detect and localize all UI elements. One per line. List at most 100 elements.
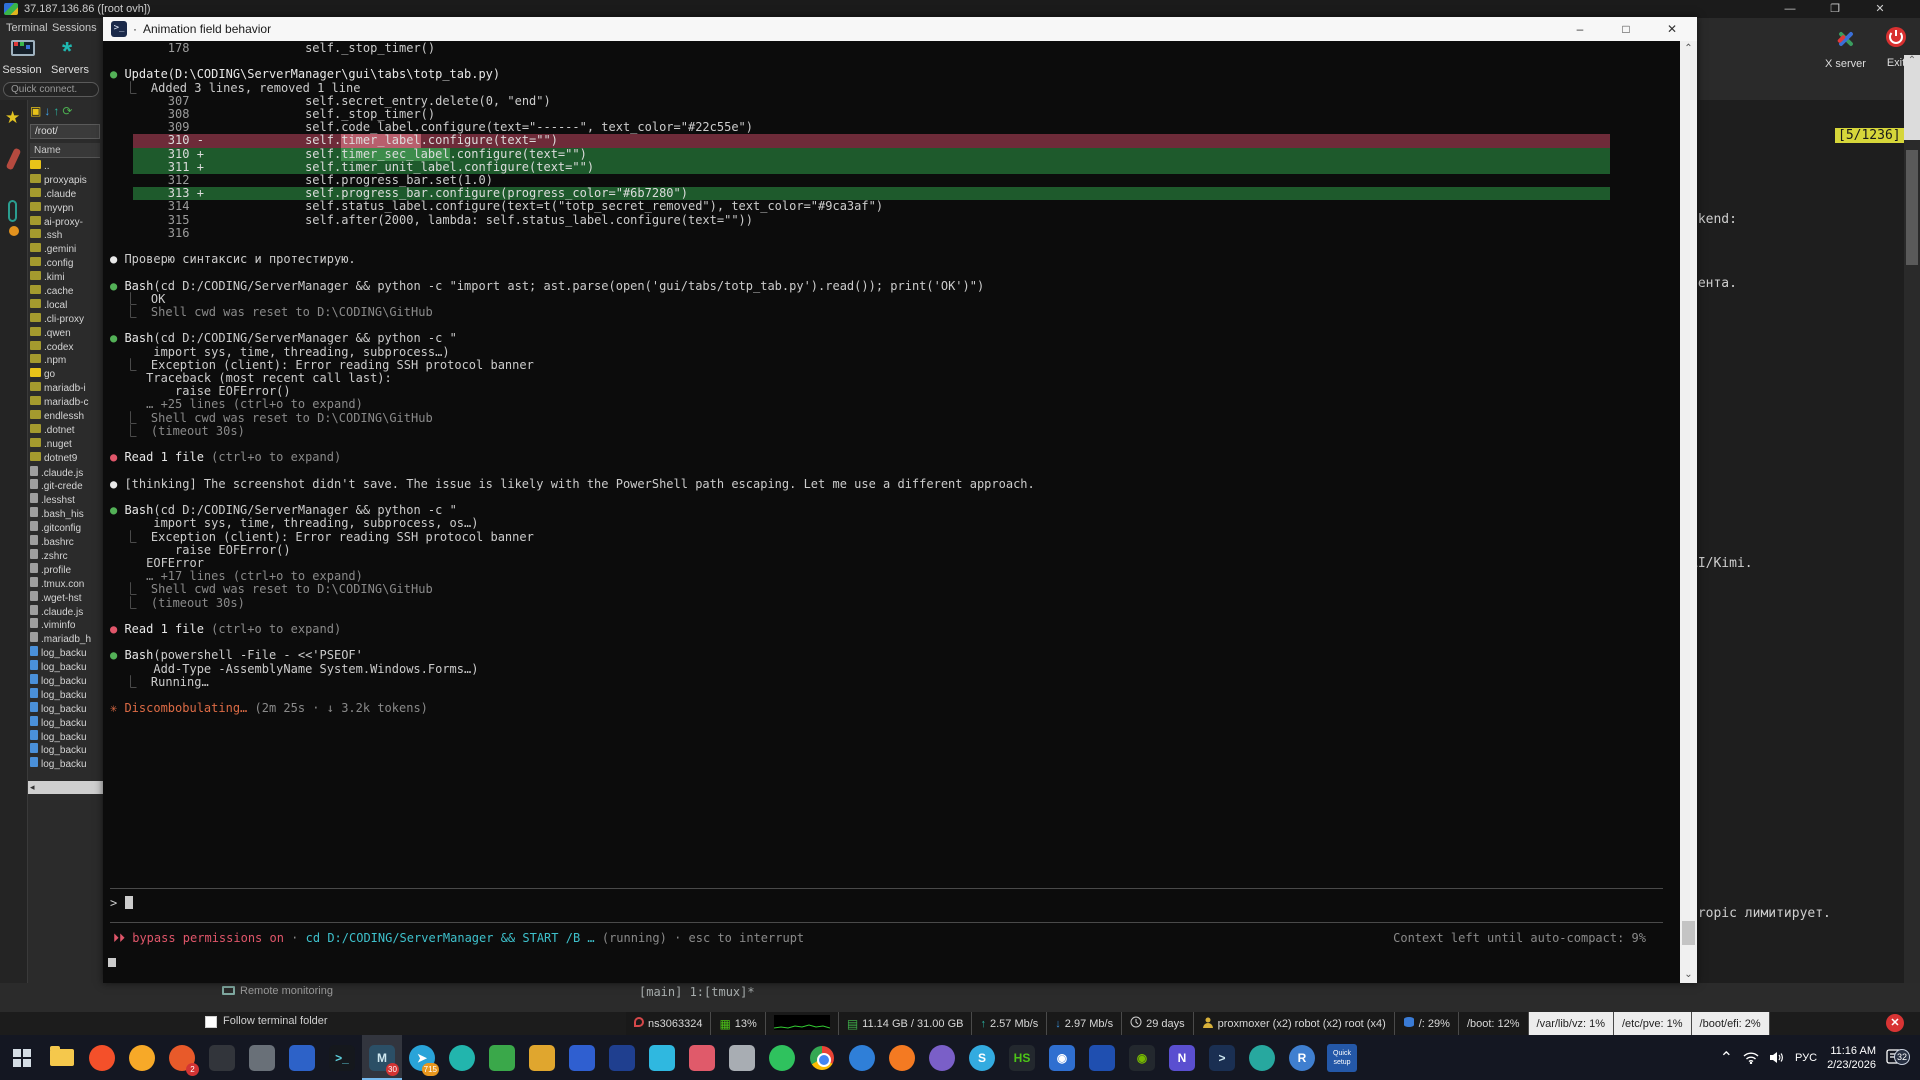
file-list-item[interactable]: log_backu	[30, 716, 103, 730]
file-list-item[interactable]: .nuget	[30, 438, 103, 452]
right-scrollbar-top[interactable]: ⌃	[1904, 55, 1920, 140]
taskbar-app-powershell-icon[interactable]: >	[1202, 1035, 1242, 1080]
file-list-item[interactable]: .local	[30, 299, 103, 313]
taskbar-app-firefox-icon[interactable]	[882, 1035, 922, 1080]
taskbar-app-navy-app-icon[interactable]	[602, 1035, 642, 1080]
file-list-item[interactable]: .kimi	[30, 271, 103, 285]
file-list-item[interactable]: dotnet9	[30, 452, 103, 466]
file-list-item[interactable]: .npm	[30, 354, 103, 368]
file-list-item[interactable]: ..	[30, 160, 103, 174]
taskbar-app-opera-icon[interactable]: 2	[162, 1035, 202, 1080]
taskbar-app-hs-app-icon[interactable]: HS	[1002, 1035, 1042, 1080]
mobax-maximize-button[interactable]: ❐	[1820, 1, 1850, 17]
file-list-item[interactable]: log_backu	[30, 757, 103, 771]
file-list-item[interactable]: .git-crede	[30, 479, 103, 493]
file-list-item[interactable]: .lesshst	[30, 493, 103, 507]
taskbar-app-start-icon[interactable]	[2, 1035, 42, 1080]
file-list-item[interactable]: proxyapis	[30, 174, 103, 188]
file-list-item[interactable]: .gitconfig	[30, 521, 103, 535]
taskbar-app-cyan-app-icon[interactable]	[642, 1035, 682, 1080]
action-center-button[interactable]: 32	[1886, 1045, 1912, 1071]
language-indicator[interactable]: РУС	[1795, 1052, 1817, 1064]
status-segment[interactable]: ↓2.97 Mb/s	[1047, 1012, 1122, 1035]
file-list-item[interactable]: log_backu	[30, 730, 103, 744]
volume-icon[interactable]	[1769, 1051, 1785, 1064]
servers-network-icon[interactable]: *	[62, 42, 72, 60]
status-segment[interactable]	[766, 1012, 839, 1035]
status-segment[interactable]: ▦13%	[711, 1012, 765, 1035]
status-segment[interactable]: /boot/efi: 2%	[1692, 1012, 1770, 1035]
taskbar-app-brave-icon[interactable]	[82, 1035, 122, 1080]
statusbar-close-icon[interactable]: ✕	[1886, 1014, 1904, 1032]
download-icon[interactable]: ↓	[44, 104, 50, 118]
status-segment[interactable]: ▤11.14 GB / 31.00 GB	[839, 1012, 973, 1035]
taskbar-app-skype-icon[interactable]: S	[962, 1035, 1002, 1080]
status-segment[interactable]: /var/lib/vz: 1%	[1529, 1012, 1614, 1035]
status-segment[interactable]: 29 days	[1122, 1012, 1194, 1035]
follow-terminal-folder-checkbox[interactable]	[205, 1016, 217, 1028]
taskbar-app-royal-blue-app-icon[interactable]	[562, 1035, 602, 1080]
session-button[interactable]	[11, 40, 35, 56]
file-list-item[interactable]: .cli-proxy	[30, 313, 103, 327]
taskbar-app-rstudio-icon[interactable]: R	[1282, 1035, 1322, 1080]
name-column-header[interactable]: Name	[30, 143, 100, 158]
file-list-item[interactable]: .viminfo	[30, 618, 103, 632]
status-segment[interactable]: ↑2.57 Mb/s	[972, 1012, 1047, 1035]
status-segment[interactable]: ns3063324	[626, 1012, 711, 1035]
tools-icon[interactable]	[6, 148, 22, 171]
claude-close-button[interactable]: ✕	[1653, 17, 1691, 41]
file-list-item[interactable]: mariadb-c	[30, 396, 103, 410]
taskbar-app-whatsapp-icon[interactable]	[762, 1035, 802, 1080]
upload-icon[interactable]: ↑	[53, 104, 59, 118]
file-list-item[interactable]: go	[30, 368, 103, 382]
prompt-caret[interactable]: >	[110, 896, 117, 910]
taskbar-app-quick-setup-icon[interactable]: Quicksetup	[1322, 1035, 1362, 1080]
taskbar-app-coral-app-icon[interactable]	[682, 1035, 722, 1080]
file-list-item[interactable]: .bash_his	[30, 507, 103, 521]
scroll-left-arrow-icon[interactable]: ◂	[30, 782, 35, 792]
taskbar-app-chrome-icon[interactable]	[802, 1035, 842, 1080]
orange-dot-icon[interactable]	[9, 226, 19, 236]
file-list-item[interactable]: log_backu	[30, 660, 103, 674]
taskbar-app-edge-icon[interactable]	[842, 1035, 882, 1080]
mobax-minimize-button[interactable]: —	[1775, 1, 1805, 17]
file-list-item[interactable]: .gemini	[30, 243, 103, 257]
scroll-up-arrow-icon[interactable]: ⌃	[1680, 43, 1697, 54]
mobax-close-button[interactable]: ✕	[1865, 1, 1895, 17]
scroll-down-arrow-icon[interactable]: ⌄	[1680, 969, 1697, 980]
taskbar-app-telegram-icon[interactable]: ➤715	[402, 1035, 442, 1080]
taskbar-app-dark-app-icon[interactable]	[202, 1035, 242, 1080]
taskbar-app-blue-app-icon[interactable]	[282, 1035, 322, 1080]
file-list-item[interactable]: .qwen	[30, 327, 103, 341]
claude-minimize-button[interactable]: –	[1561, 17, 1599, 41]
remote-monitoring-label[interactable]: Remote monitoring	[240, 985, 333, 997]
status-segment[interactable]: /boot: 12%	[1459, 1012, 1529, 1035]
file-list-item[interactable]: mariadb-i	[30, 382, 103, 396]
quick-connect-input[interactable]: Quick connect.	[3, 82, 99, 97]
file-list-item[interactable]: .claude.js	[30, 466, 103, 480]
taskbar-app-terminal-app-icon[interactable]: >_	[322, 1035, 362, 1080]
claude-titlebar[interactable]: >_ · Animation field behavior – □ ✕	[103, 17, 1697, 41]
taskbar-app-mobaxterm-active-icon[interactable]: M30	[362, 1035, 402, 1080]
file-list-item[interactable]: endlessh	[30, 410, 103, 424]
file-list-item[interactable]: log_backu	[30, 743, 103, 757]
file-list-item[interactable]: .zshrc	[30, 549, 103, 563]
file-list-item[interactable]: .cache	[30, 285, 103, 299]
taskbar-app-gray-app-icon[interactable]	[242, 1035, 282, 1080]
sidebar-horizontal-scrollbar[interactable]: ◂	[28, 781, 103, 794]
taskbar-app-camera-app-icon[interactable]: ◉	[1042, 1035, 1082, 1080]
file-list-item[interactable]: log_backu	[30, 646, 103, 660]
folder-up-icon[interactable]: ▣	[30, 104, 41, 118]
file-list-item[interactable]: .dotnet	[30, 424, 103, 438]
file-list-item[interactable]: .claude	[30, 188, 103, 202]
taskbar-app-silver-app-icon[interactable]	[722, 1035, 762, 1080]
file-list-item[interactable]: log_backu	[30, 688, 103, 702]
taskbar-app-notion-app-icon[interactable]: N	[1162, 1035, 1202, 1080]
taskbar-app-green-app-icon[interactable]	[482, 1035, 522, 1080]
taskbar-app-nvidia-icon[interactable]: ◉	[1122, 1035, 1162, 1080]
file-list-item[interactable]: .config	[30, 257, 103, 271]
macros-icon[interactable]	[8, 200, 17, 222]
right-scrollbar[interactable]	[1904, 140, 1920, 1000]
tray-clock[interactable]: 11:16 AM 2/23/2026	[1827, 1044, 1876, 1072]
file-list-item[interactable]: .claude.js	[30, 605, 103, 619]
